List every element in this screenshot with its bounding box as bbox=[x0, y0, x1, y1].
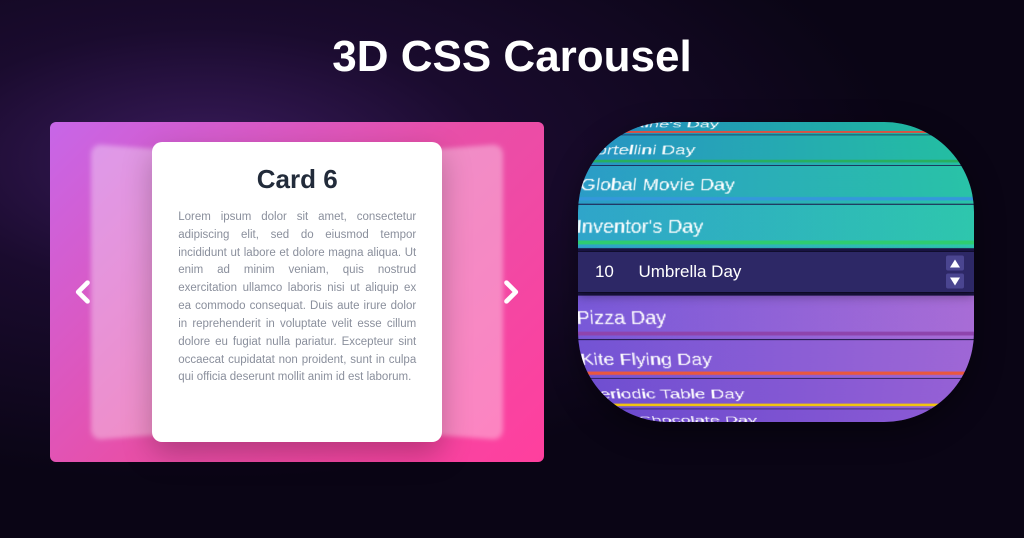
barrel-spinner-control bbox=[946, 256, 964, 289]
barrel-row-accent-bar bbox=[579, 197, 974, 200]
card-title: Card 6 bbox=[178, 164, 416, 195]
barrel-row-accent-bar bbox=[584, 160, 974, 163]
triangle-up-icon bbox=[950, 259, 960, 267]
barrel-row-label: Dark Chocolate Day bbox=[586, 415, 974, 422]
barrel-row[interactable]: 6Dark Chocolate Day bbox=[578, 409, 974, 422]
barrel-row[interactable]: 13Tortellini Day bbox=[578, 135, 974, 165]
carousel-prev-button[interactable] bbox=[66, 274, 102, 310]
barrel-row[interactable]: 9Pizza Day bbox=[578, 296, 974, 340]
page-title: 3D CSS Carousel bbox=[0, 0, 1024, 82]
barrel-row[interactable]: 11Inventor's Day bbox=[578, 205, 974, 249]
barrel-row[interactable]: 8Kite Flying Day bbox=[578, 340, 974, 378]
barrel-carousel: 5Weatherpersons Day6Chopsticks Day6Dark … bbox=[578, 122, 974, 422]
barrel-up-button[interactable] bbox=[946, 256, 964, 271]
card-carousel: Card 6 Lorem ipsum dolor sit amet, conse… bbox=[50, 122, 544, 462]
barrel-row-label: Inventor's Day bbox=[578, 216, 974, 238]
barrel-row-accent-bar bbox=[592, 131, 974, 133]
barrel-row[interactable]: 14Valentine's Day bbox=[578, 122, 974, 135]
barrel-selected-row: 10 Umbrella Day bbox=[578, 252, 974, 292]
barrel-row[interactable]: 12Global Movie Day bbox=[578, 166, 974, 204]
barrel-row-label: Valentine's Day bbox=[586, 122, 974, 129]
chevron-left-icon bbox=[70, 278, 98, 306]
chevron-right-icon bbox=[496, 278, 524, 306]
barrel-row-accent-bar bbox=[578, 241, 974, 245]
barrel-row-accent-bar bbox=[583, 372, 974, 375]
carousel-next-button[interactable] bbox=[492, 274, 528, 310]
barrel-row-label: Tortellini Day bbox=[578, 143, 974, 158]
barrel-down-button[interactable] bbox=[946, 274, 964, 289]
content-row: Card 6 Lorem ipsum dolor sit amet, conse… bbox=[0, 122, 1024, 462]
barrel-row-accent-bar bbox=[578, 332, 974, 336]
card-body-text: Lorem ipsum dolor sit amet, consectetur … bbox=[178, 209, 416, 387]
carousel-card-active: Card 6 Lorem ipsum dolor sit amet, conse… bbox=[152, 142, 442, 442]
triangle-down-icon bbox=[950, 277, 960, 285]
barrel-row-label: Periodic Table Day bbox=[578, 387, 974, 402]
barrel-row-label: Pizza Day bbox=[578, 307, 974, 329]
barrel-row-accent-bar bbox=[590, 404, 974, 407]
barrel-selected-label: Umbrella Day bbox=[630, 262, 974, 282]
barrel-row-label: Kite Flying Day bbox=[578, 350, 974, 369]
barrel-row-label: Global Movie Day bbox=[578, 175, 974, 194]
barrel-selected-num: 10 bbox=[578, 262, 630, 282]
barrel-row[interactable]: 7Periodic Table Day bbox=[578, 379, 974, 409]
